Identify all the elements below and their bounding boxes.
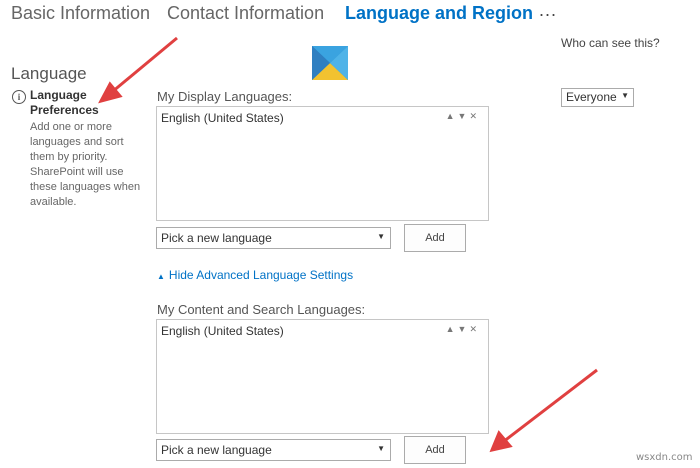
move-up-icon[interactable]: ▲ (446, 324, 458, 334)
move-up-icon[interactable]: ▲ (446, 111, 458, 121)
tab-language-and-region[interactable]: Language and Region (345, 3, 533, 24)
remove-icon[interactable]: ✕ (469, 324, 480, 334)
remove-icon[interactable]: ✕ (469, 111, 480, 121)
display-languages-list: English (United States) ▲▼✕ (156, 106, 489, 221)
content-languages-list: English (United States) ▲▼✕ (156, 319, 489, 434)
privacy-dropdown[interactable]: Everyone ▼ (561, 88, 634, 107)
tab-contact-information[interactable]: Contact Information (167, 3, 324, 24)
list-item-controls: ▲▼✕ (446, 111, 480, 122)
picker-placeholder: Pick a new language (161, 231, 272, 245)
language-preferences-title: Language Preferences (30, 88, 99, 117)
hide-advanced-settings-link[interactable]: ▲ Hide Advanced Language Settings (157, 268, 353, 282)
collapse-icon: ▲ (157, 272, 165, 281)
more-tabs-button[interactable]: ... (539, 0, 557, 21)
list-item-controls: ▲▼✕ (446, 324, 480, 335)
list-item[interactable]: English (United States) (161, 111, 284, 125)
info-icon: i (12, 90, 26, 104)
add-content-language-button[interactable]: Add (404, 436, 466, 464)
move-down-icon[interactable]: ▼ (458, 324, 470, 334)
dropdown-arrow-icon: ▼ (621, 91, 629, 100)
hide-advanced-settings-label: Hide Advanced Language Settings (168, 268, 354, 282)
list-item[interactable]: English (United States) (161, 324, 284, 338)
content-language-picker[interactable]: Pick a new language ▼ (156, 439, 391, 461)
add-display-language-button[interactable]: Add (404, 224, 466, 252)
move-down-icon[interactable]: ▼ (458, 111, 470, 121)
display-languages-label: My Display Languages: (157, 89, 293, 104)
app-logo-icon (312, 46, 348, 80)
who-can-see-label: Who can see this? (561, 36, 660, 50)
privacy-selected-value: Everyone (566, 90, 617, 104)
section-title: Language (11, 64, 87, 83)
dropdown-arrow-icon: ▼ (377, 444, 385, 453)
picker-placeholder: Pick a new language (161, 443, 272, 457)
tab-basic-information[interactable]: Basic Information (11, 3, 150, 24)
language-preferences-description: Add one or more languages and sort them … (30, 121, 141, 208)
annotation-arrow-bottom (489, 368, 598, 453)
display-language-picker[interactable]: Pick a new language ▼ (156, 227, 391, 249)
dropdown-arrow-icon: ▼ (377, 232, 385, 241)
watermark: wsxdn.com (636, 452, 693, 463)
content-languages-label: My Content and Search Languages: (157, 302, 366, 317)
